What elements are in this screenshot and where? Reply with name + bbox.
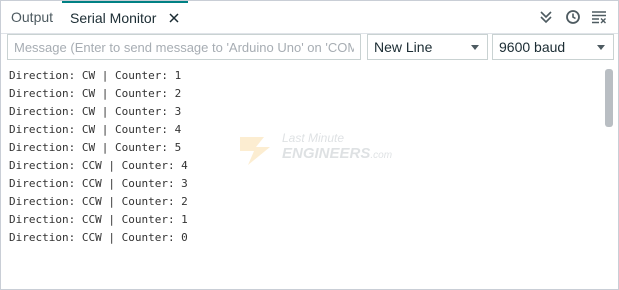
tab-output[interactable]: Output — [11, 1, 53, 33]
clock-icon[interactable] — [565, 9, 581, 25]
serial-monitor-panel: Output Serial Monitor Message (Enter to … — [0, 0, 619, 290]
tab-serial-monitor-label: Serial Monitor — [70, 10, 157, 26]
chevron-down-icon — [471, 45, 479, 50]
output-line: Direction: CCW | Counter: 0 — [9, 231, 188, 244]
send-toolbar: New Line 9600 baud — [1, 34, 618, 62]
watermark-line2: ENGINEERS.com — [282, 145, 392, 162]
baud-rate-select[interactable]: 9600 baud — [492, 34, 614, 60]
output-line: Direction: CCW | Counter: 2 — [9, 195, 188, 208]
watermark-name: ENGINEERS — [282, 145, 371, 162]
watermark-line1: Last Minute — [282, 131, 345, 145]
vertical-scrollbar[interactable] — [605, 69, 613, 127]
line-ending-value: New Line — [374, 39, 433, 55]
output-line: Direction: CW | Counter: 2 — [9, 87, 182, 100]
output-line: Direction: CW | Counter: 5 — [9, 141, 182, 154]
output-line: Direction: CW | Counter: 1 — [9, 69, 182, 82]
message-input[interactable] — [7, 34, 361, 60]
output-line: Direction: CCW | Counter: 1 — [9, 213, 188, 226]
serial-output: Direction: CW | Counter: 1 Direction: CW… — [1, 67, 601, 287]
chevron-down-icon — [597, 45, 605, 50]
output-line: Direction: CW | Counter: 4 — [9, 123, 182, 136]
tab-output-label: Output — [11, 9, 54, 25]
output-line: Direction: CCW | Counter: 3 — [9, 177, 188, 190]
baud-rate-value: 9600 baud — [499, 39, 566, 55]
chevron-double-down-icon[interactable] — [538, 9, 554, 25]
tab-serial-monitor[interactable]: Serial Monitor — [62, 1, 189, 33]
line-ending-select[interactable]: New Line — [367, 34, 488, 60]
watermark-suffix: .com — [370, 150, 393, 161]
tab-bar: Output Serial Monitor — [1, 1, 618, 34]
lightning-icon — [240, 137, 270, 165]
close-icon[interactable] — [168, 4, 180, 23]
clear-lines-icon[interactable] — [591, 9, 607, 25]
output-line: Direction: CW | Counter: 3 — [9, 105, 182, 118]
output-line: Direction: CCW | Counter: 4 — [9, 159, 188, 172]
watermark-logo: Last Minute ENGINEERS.com — [234, 129, 394, 169]
